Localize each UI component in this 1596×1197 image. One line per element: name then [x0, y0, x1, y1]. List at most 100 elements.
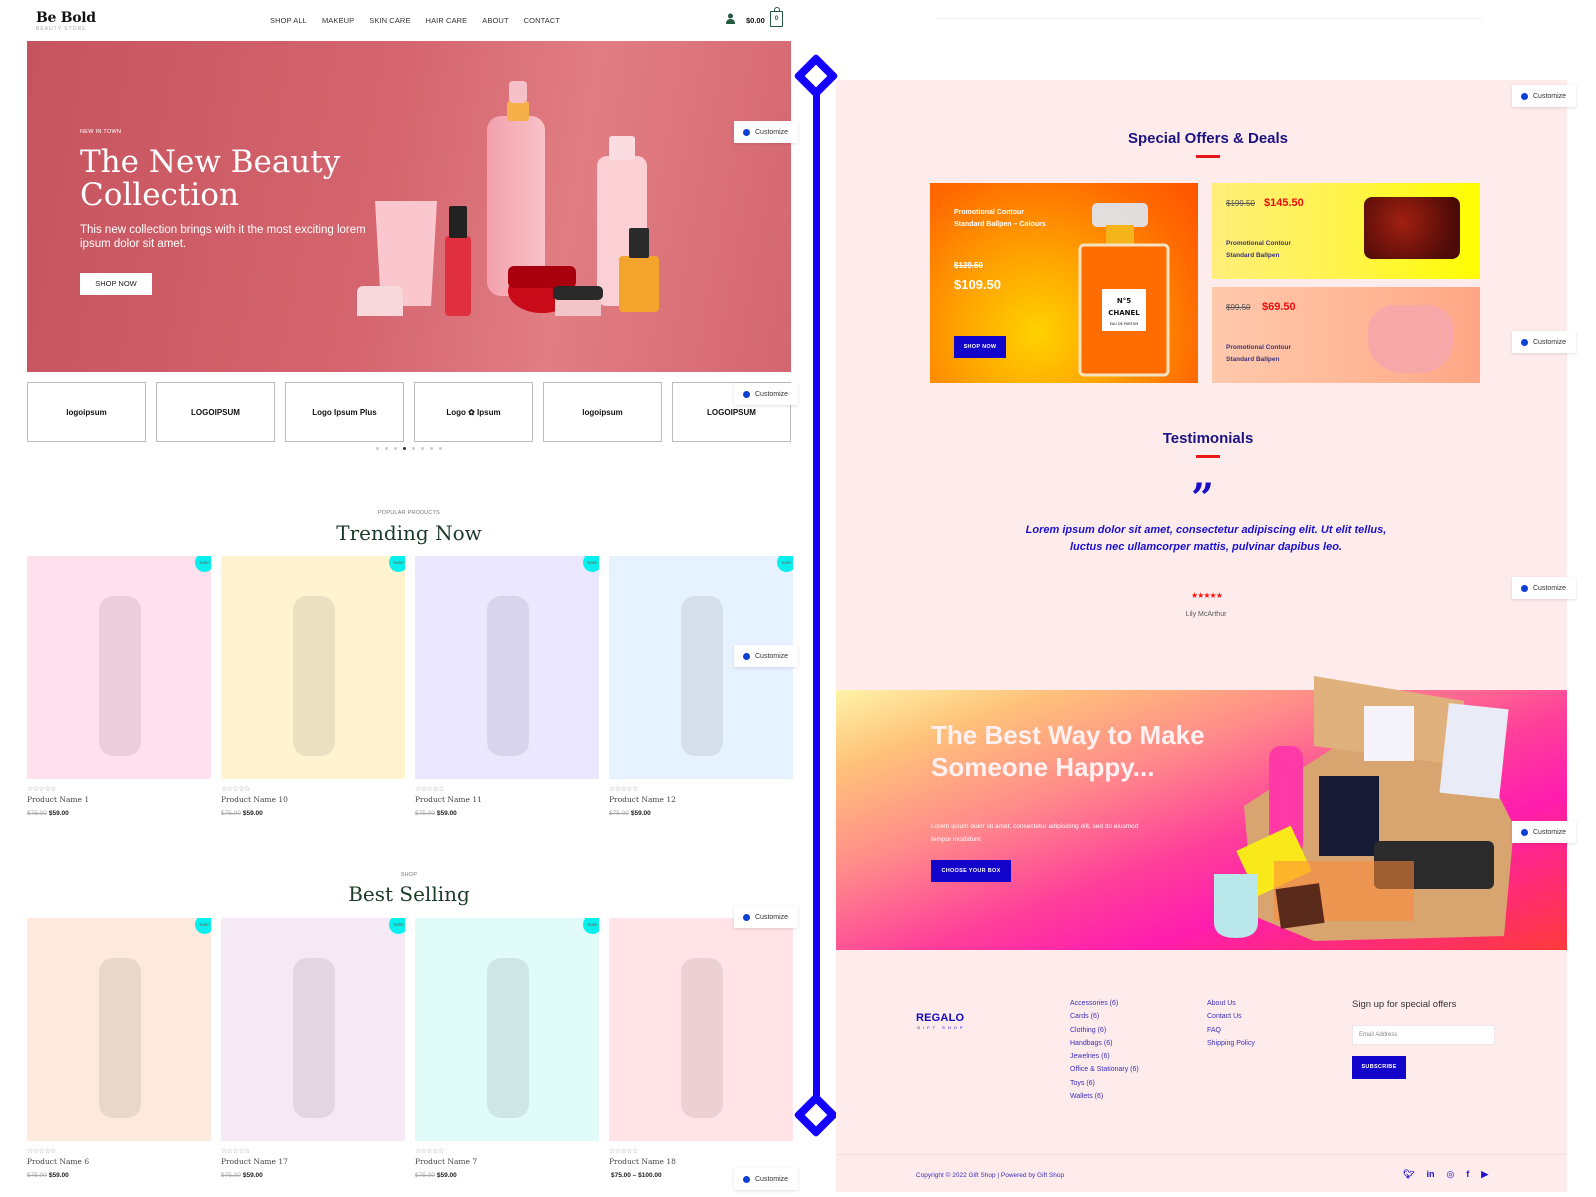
- product-card[interactable]: Sale! ☆☆☆☆☆ Product Name 17 $75.00 $59.00: [221, 918, 405, 1179]
- brand-logo[interactable]: Logo Ipsum Plus: [285, 382, 404, 442]
- hero-shop-now-button[interactable]: SHOP NOW: [80, 273, 152, 295]
- subscribe-button[interactable]: SUBSCRIBE: [1352, 1056, 1406, 1079]
- footer-category-link[interactable]: Toys (6): [1070, 1077, 1139, 1090]
- cart-total[interactable]: $0.00: [746, 16, 765, 25]
- linkedin-icon[interactable]: in: [1426, 1169, 1434, 1180]
- customize-button[interactable]: Customize: [734, 906, 798, 928]
- product-name[interactable]: Product Name 11: [415, 795, 599, 804]
- product-card[interactable]: Sale! ☆☆☆☆☆ Product Name 10 $75.00 $59.00: [221, 556, 405, 817]
- product-name[interactable]: Product Name 6: [27, 1157, 211, 1166]
- brand-logo[interactable]: logoipsum: [543, 382, 662, 442]
- choose-your-box-button[interactable]: CHOOSE YOUR BOX: [931, 860, 1011, 882]
- carousel-dot[interactable]: [430, 447, 433, 450]
- product-card[interactable]: ☆☆☆☆☆ Product Name 18 $75.00 – $100.00: [609, 918, 793, 1179]
- product-card[interactable]: Sale! ☆☆☆☆☆ Product Name 12 $75.00 $59.00: [609, 556, 793, 817]
- svg-text:N°5: N°5: [1117, 297, 1131, 305]
- product-image[interactable]: Sale!: [27, 918, 211, 1141]
- divider-handle-bottom[interactable]: [793, 1092, 839, 1138]
- product-name[interactable]: Product Name 17: [221, 1157, 405, 1166]
- nav-makeup[interactable]: MAKEUP: [322, 16, 354, 25]
- carousel-dot[interactable]: [439, 447, 442, 450]
- nav-about[interactable]: ABOUT: [482, 16, 508, 25]
- brand-logo[interactable]: Logo ✿ Ipsum: [414, 382, 533, 442]
- deal-shop-now-button[interactable]: SHOP NOW: [954, 336, 1006, 358]
- footer-link-contact[interactable]: Contact Us: [1207, 1010, 1255, 1023]
- site-logo[interactable]: Be Bold: [36, 10, 96, 26]
- twitter-icon[interactable]: 🐦︎: [1403, 1169, 1414, 1180]
- sale-price: $59.00: [630, 810, 651, 817]
- product-card[interactable]: Sale! ☆☆☆☆☆ Product Name 7 $75.00 $59.00: [415, 918, 599, 1179]
- customize-button[interactable]: Customize: [1512, 821, 1576, 843]
- nav-contact[interactable]: CONTACT: [524, 16, 560, 25]
- product-card[interactable]: Sale! ☆☆☆☆☆ Product Name 11 $75.00 $59.00: [415, 556, 599, 817]
- product-image[interactable]: Sale!: [221, 918, 405, 1141]
- youtube-icon[interactable]: ▶: [1481, 1169, 1488, 1180]
- svg-text:EAU DE PARFUM: EAU DE PARFUM: [1110, 322, 1139, 326]
- palette-icon: [743, 913, 750, 921]
- header-rule: [936, 18, 1482, 19]
- brand-logo[interactable]: logoipsum: [27, 382, 146, 442]
- instagram-icon[interactable]: ◎: [1446, 1169, 1454, 1180]
- nav-shop-all[interactable]: SHOP ALL: [270, 16, 307, 25]
- sale-badge: Sale!: [583, 918, 599, 934]
- footer-link-shipping[interactable]: Shipping Policy: [1207, 1037, 1255, 1050]
- product-image[interactable]: Sale!: [221, 556, 405, 779]
- customize-button[interactable]: Customize: [1512, 331, 1576, 353]
- signup-title: Sign up for special offers: [1352, 999, 1457, 1010]
- product-name[interactable]: Product Name 18: [609, 1157, 793, 1166]
- product-image[interactable]: Sale!: [415, 918, 599, 1141]
- customize-button[interactable]: Customize: [1512, 85, 1576, 107]
- product-image[interactable]: Sale!: [415, 556, 599, 779]
- product-image[interactable]: Sale!: [27, 556, 211, 779]
- palette-icon: [743, 1175, 750, 1183]
- carousel-dot[interactable]: [385, 447, 388, 450]
- user-account-icon[interactable]: [726, 13, 735, 24]
- facebook-icon[interactable]: f: [1466, 1169, 1469, 1180]
- cart-icon[interactable]: 0: [770, 7, 783, 27]
- product-photo: [293, 958, 335, 1118]
- brand-logo[interactable]: LOGOIPSUM: [156, 382, 275, 442]
- sale-badge: Sale!: [195, 918, 211, 934]
- product-card[interactable]: Sale! ☆☆☆☆☆ Product Name 6 $75.00 $59.00: [27, 918, 211, 1179]
- footer-category-link[interactable]: Clothing (6): [1070, 1024, 1139, 1037]
- footer-category-link[interactable]: Cards (6): [1070, 1010, 1139, 1023]
- deal-card-featured[interactable]: Promotional Contour Standard Ballpen – C…: [930, 183, 1198, 383]
- comparison-divider-line[interactable]: [813, 76, 820, 1112]
- product-name[interactable]: Product Name 1: [27, 795, 211, 804]
- product-image[interactable]: [609, 918, 793, 1141]
- product-name[interactable]: Product Name 10: [221, 795, 405, 804]
- footer-link-about[interactable]: About Us: [1207, 997, 1255, 1010]
- footer-category-link[interactable]: Office & Stationary (6): [1070, 1063, 1139, 1076]
- deal-card[interactable]: $199.50 $145.50 Promotional Contour Stan…: [1212, 183, 1480, 279]
- product-name[interactable]: Product Name 12: [609, 795, 793, 804]
- sale-price: $59.00: [436, 1172, 457, 1179]
- footer-link-faq[interactable]: FAQ: [1207, 1024, 1255, 1037]
- footer-category-link[interactable]: Handbags (6): [1070, 1037, 1139, 1050]
- deal-card[interactable]: $99.50 $69.50 Promotional Contour Standa…: [1212, 287, 1480, 383]
- customize-button[interactable]: Customize: [734, 383, 798, 405]
- rating-stars: ☆☆☆☆☆: [415, 1148, 444, 1155]
- customize-button[interactable]: Customize: [1512, 577, 1576, 599]
- carousel-dot[interactable]: [394, 447, 397, 450]
- hero-banner: NEW IN TOWN The New Beauty Collection Th…: [27, 41, 791, 372]
- footer-category-link[interactable]: Wallets (6): [1070, 1090, 1139, 1103]
- palette-icon: [1521, 828, 1528, 836]
- carousel-dot[interactable]: [421, 447, 424, 450]
- divider-handle-top[interactable]: [793, 53, 839, 99]
- product-name[interactable]: Product Name 7: [415, 1157, 599, 1166]
- customize-button[interactable]: Customize: [734, 645, 798, 667]
- carousel-dot[interactable]: [412, 447, 415, 450]
- customize-button[interactable]: Customize: [734, 1168, 798, 1190]
- rating-stars: ☆☆☆☆☆: [415, 786, 444, 793]
- footer-category-link[interactable]: Accessories (6): [1070, 997, 1139, 1010]
- nav-hair-care[interactable]: HAIR CARE: [426, 16, 468, 25]
- product-image[interactable]: Sale!: [609, 556, 793, 779]
- footer-category-link[interactable]: Jewelries (6): [1070, 1050, 1139, 1063]
- customize-button[interactable]: Customize: [734, 121, 798, 143]
- carousel-dot[interactable]: [376, 447, 379, 450]
- email-input[interactable]: Email Address: [1352, 1025, 1495, 1045]
- nav-skin-care[interactable]: SKIN CARE: [369, 16, 410, 25]
- footer-logo[interactable]: REGALO: [916, 1012, 964, 1024]
- carousel-dot-active[interactable]: [403, 447, 406, 450]
- product-card[interactable]: Sale! ☆☆☆☆☆ Product Name 1 $75.00 $59.00: [27, 556, 211, 817]
